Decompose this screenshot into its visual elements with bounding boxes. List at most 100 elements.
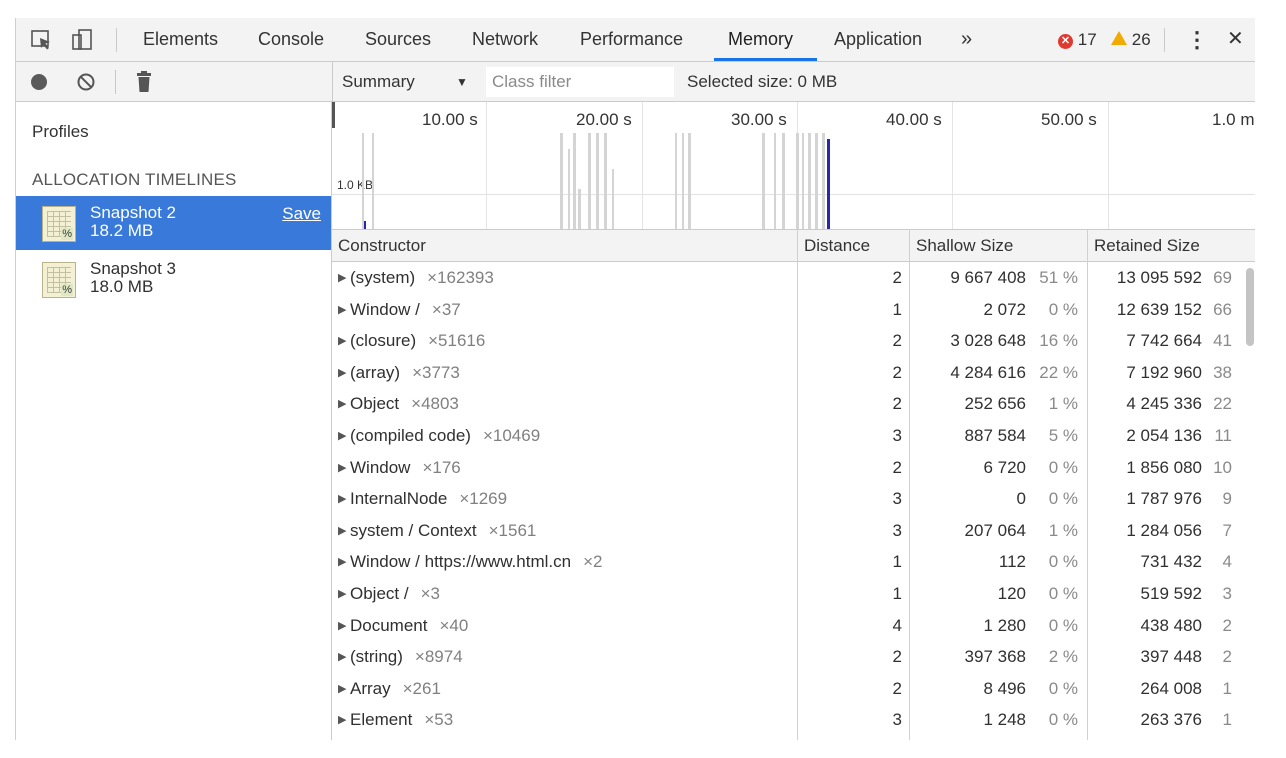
error-counter[interactable]: ✕ 17: [1058, 18, 1097, 61]
table-scrollbar-thumb[interactable]: [1246, 268, 1254, 346]
toolbar-divider: [115, 70, 116, 94]
instance-count: ×2: [583, 552, 603, 572]
table-row[interactable]: ▶ (string) ×8974 2 397 368 2 % 397 448 2: [332, 641, 1244, 673]
table-row[interactable]: ▶ system / Context ×1561 3 207 064 1 % 1 284 0…: [332, 515, 1244, 547]
shallow-size-cell: 120: [997, 584, 1026, 603]
table-row[interactable]: ▶ (array) ×3773 2 4 284 616 22 % 7 192 960 38: [332, 357, 1244, 389]
table-row[interactable]: ▶ (closure) ×51616 2 3 028 648 16 % 7 742 664 4…: [332, 325, 1244, 357]
constructor-name: Window /: [350, 299, 420, 319]
allocation-bar: [802, 133, 804, 229]
constructor-cell: ▶ Object / ×3: [338, 578, 440, 610]
snapshot-item-3[interactable]: % Snapshot 3 18.0 MB: [16, 252, 331, 306]
allocation-bar: [815, 133, 818, 229]
tab-performance[interactable]: Performance: [580, 18, 683, 61]
view-select[interactable]: Summary: [342, 62, 415, 102]
trash-icon[interactable]: [136, 71, 152, 98]
shallow-percent-cell: 0 %: [1048, 552, 1078, 572]
tab-sources[interactable]: Sources: [365, 18, 431, 61]
live-allocation-bar: [364, 221, 366, 229]
inspect-element-icon[interactable]: [30, 28, 54, 52]
column-header-constructor[interactable]: Constructor: [332, 230, 426, 262]
clear-icon[interactable]: [76, 72, 96, 97]
column-header-distance[interactable]: Distance: [798, 230, 870, 262]
retained-percent-cell: 3: [1222, 584, 1232, 603]
warning-count: 26: [1131, 30, 1151, 49]
snapshot-name: Snapshot 2: [90, 203, 177, 222]
tab-elements[interactable]: Elements: [143, 18, 218, 61]
expand-triangle-icon[interactable]: ▶: [338, 579, 350, 611]
timeline-start-marker: [332, 102, 335, 128]
table-row[interactable]: ▶ Element ×53 3 1 248 0 % 263 376 1: [332, 704, 1244, 736]
constructor-cell: ▶ (closure) ×51616: [338, 325, 485, 357]
profiles-heading: Profiles: [32, 122, 89, 141]
table-row[interactable]: ▶ Window / https://www.html.cn ×2 1 112 0 % 73…: [332, 546, 1244, 578]
expand-triangle-icon[interactable]: ▶: [338, 705, 350, 737]
expand-triangle-icon[interactable]: ▶: [338, 263, 350, 295]
tab-application[interactable]: Application: [834, 18, 922, 61]
snapshot-item-2[interactable]: % Snapshot 2 18.2 MB Save: [16, 196, 331, 250]
allocation-timeline[interactable]: 10.00 s 20.00 s 30.00 s 40.00 s 50.00 s …: [332, 102, 1255, 230]
tab-memory[interactable]: Memory: [728, 18, 793, 61]
record-icon[interactable]: [31, 74, 47, 90]
constructor-name: Document: [350, 615, 428, 635]
distance-cell: 2: [892, 268, 902, 287]
save-snapshot-link[interactable]: Save: [282, 204, 321, 224]
instance-count: ×261: [402, 678, 441, 698]
expand-triangle-icon[interactable]: ▶: [338, 611, 350, 643]
table-row[interactable]: ▶ Document ×40 4 1 280 0 % 438 480 2: [332, 610, 1244, 642]
retained-size-cell: 731 432: [1140, 552, 1202, 572]
allocation-bar: [688, 133, 691, 229]
expand-triangle-icon[interactable]: ▶: [338, 421, 350, 453]
retained-percent-cell: 1: [1222, 710, 1232, 730]
table-row[interactable]: ▶ Window / ×37 1 2 072 0 % 12 639 152 66: [332, 294, 1244, 326]
chevron-down-icon[interactable]: ▼: [456, 62, 468, 102]
expand-triangle-icon[interactable]: ▶: [338, 674, 350, 706]
column-header-shallow-size[interactable]: Shallow Size: [910, 230, 1013, 262]
shallow-percent-cell: 5 %: [1048, 426, 1078, 445]
device-toolbar-icon[interactable]: [70, 28, 94, 52]
tab-console[interactable]: Console: [258, 18, 324, 61]
column-header-retained-size[interactable]: Retained Size: [1088, 230, 1200, 262]
shallow-percent-cell: 0 %: [1048, 710, 1078, 730]
expand-triangle-icon[interactable]: ▶: [338, 642, 350, 674]
constructor-cell: ▶ InternalNode ×1269: [338, 483, 507, 515]
table-row[interactable]: ▶ Array ×261 2 8 496 0 % 264 008 1: [332, 673, 1244, 705]
allocation-bar: [612, 169, 614, 229]
timeline-tick-label: 30.00 s: [731, 110, 787, 129]
expand-triangle-icon[interactable]: ▶: [338, 358, 350, 390]
warning-counter[interactable]: 26: [1111, 18, 1151, 61]
class-filter-input[interactable]: [486, 67, 674, 97]
expand-triangle-icon[interactable]: ▶: [338, 326, 350, 358]
kebab-menu-icon[interactable]: ⋮: [1186, 18, 1208, 61]
constructor-cell: ▶ Object ×4803: [338, 388, 459, 420]
table-row[interactable]: ▶ Object ×4803 2 252 656 1 % 4 245 336 22: [332, 388, 1244, 420]
close-icon[interactable]: ✕: [1227, 18, 1244, 61]
expand-triangle-icon[interactable]: ▶: [338, 389, 350, 421]
retained-size-cell: 1 787 976: [1126, 489, 1202, 509]
expand-triangle-icon[interactable]: ▶: [338, 547, 350, 579]
expand-triangle-icon[interactable]: ▶: [338, 295, 350, 327]
allocation-bar: [774, 133, 776, 229]
shallow-size-cell: 112: [998, 552, 1026, 572]
snapshot-icon: %: [42, 262, 76, 298]
distance-cell: 3: [892, 426, 902, 445]
constructor-name: (array): [350, 362, 401, 382]
snapshot-size: 18.0 MB: [90, 277, 154, 296]
more-tabs-button[interactable]: »: [961, 18, 972, 61]
constructor-cell: ▶ system / Context ×1561: [338, 515, 536, 547]
distance-cell: 2: [892, 647, 902, 667]
retained-size-cell: 397 448: [1140, 647, 1202, 667]
shallow-size-cell: 0: [1016, 489, 1026, 509]
expand-triangle-icon[interactable]: ▶: [338, 516, 350, 548]
expand-triangle-icon[interactable]: ▶: [338, 453, 350, 485]
table-row[interactable]: ▶ (compiled code) ×10469 3 887 584 5 % 2 054 1…: [332, 420, 1244, 452]
table-row[interactable]: ▶ Window ×176 2 6 720 0 % 1 856 080 10: [332, 452, 1244, 484]
constructor-name: (string): [350, 647, 403, 667]
tab-network[interactable]: Network: [472, 18, 538, 61]
expand-triangle-icon[interactable]: ▶: [338, 484, 350, 516]
shallow-size-cell: 887 584: [964, 426, 1026, 445]
table-row[interactable]: ▶ (system) ×162393 2 9 667 408 51 % 13 095 592…: [332, 262, 1244, 294]
allocation-timelines-heading: ALLOCATION TIMELINES: [32, 170, 237, 189]
table-row[interactable]: ▶ InternalNode ×1269 3 0 0 % 1 787 976 9: [332, 483, 1244, 515]
table-row[interactable]: ▶ Object / ×3 1 120 0 % 519 592 3: [332, 578, 1244, 610]
